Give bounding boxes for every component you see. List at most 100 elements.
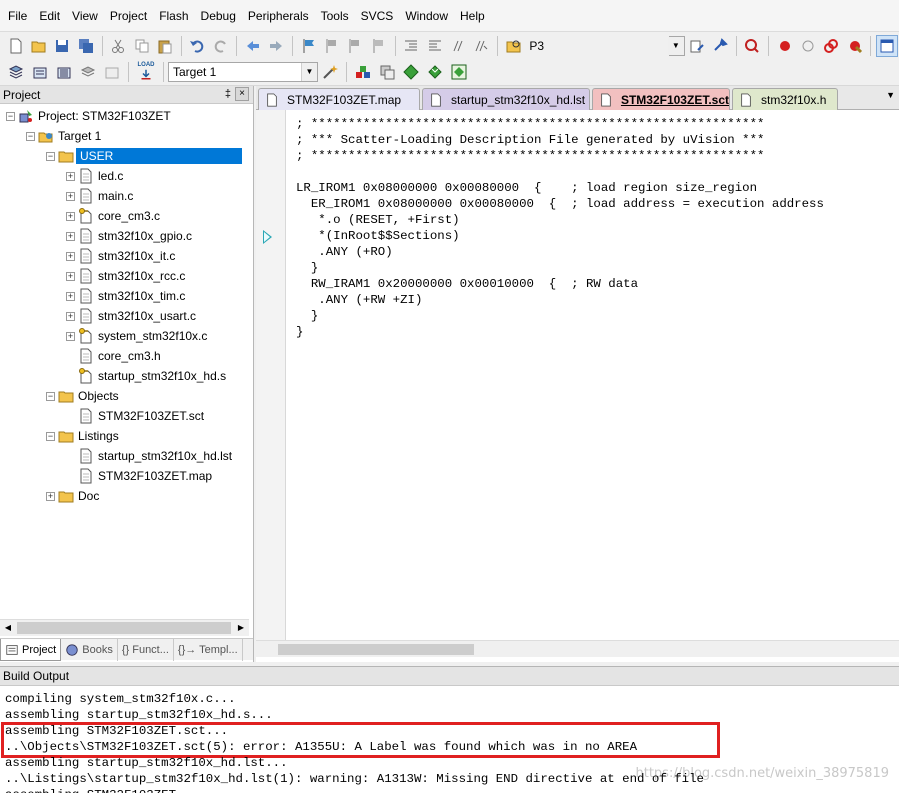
pin-icon[interactable]: ‡ [225,88,231,100]
undo-button[interactable] [187,35,208,57]
find-combo-dropdown[interactable]: ▼ [667,35,685,56]
tree-item[interactable]: + stm32f10x_tim.c [66,286,185,306]
clear-bookmarks-button[interactable] [368,35,389,57]
disable-breakpoint-button[interactable] [797,35,818,57]
collapse-icon[interactable]: − [26,131,35,141]
scroll-right-icon[interactable]: ▶ [233,620,249,636]
download-button[interactable]: LOAD [134,61,158,83]
project-tree-scrollbar[interactable]: ◀ ▶ [0,619,249,636]
collapse-icon[interactable]: − [46,151,55,161]
tab-templates[interactable]: {}→ Templ... [174,639,243,661]
menu-tools[interactable]: Tools [315,0,355,32]
select-packs-button[interactable] [424,61,446,83]
start-debug-button[interactable] [742,35,763,57]
tab-sct-file[interactable]: STM32F103ZET.sct [592,88,730,110]
tree-item[interactable]: core_cm3.h [66,346,161,366]
expand-icon[interactable]: + [46,491,55,501]
tab-lst-file[interactable]: startup_stm32f10x_hd.lst [422,88,590,110]
paste-button[interactable] [154,35,175,57]
tree-item[interactable]: − Listings [46,426,119,446]
scrollbar-thumb[interactable] [278,644,474,655]
close-icon[interactable]: × [235,87,249,101]
tree-item[interactable]: + system_stm32f10x.c [66,326,207,346]
tree-item[interactable]: − Objects [46,386,119,406]
tab-books[interactable]: Books [61,639,118,661]
tab-header-file[interactable]: stm32f10x.h [732,88,838,110]
unindent-button[interactable] [424,35,445,57]
tree-item[interactable]: + main.c [66,186,133,206]
collapse-icon[interactable]: − [46,431,55,441]
expand-icon[interactable]: + [66,311,75,321]
target-options-button[interactable] [319,61,341,83]
kill-all-breakpoints-button[interactable] [844,35,865,57]
code-editor[interactable]: ; **************************************… [296,116,824,340]
menu-flash[interactable]: Flash [153,0,194,32]
indent-button[interactable] [400,35,421,57]
pack-installer-button[interactable] [400,61,422,83]
tree-item[interactable]: − Target 1 [26,126,101,146]
collapse-icon[interactable]: − [6,111,15,121]
menu-svcs[interactable]: SVCS [355,0,400,32]
tree-item[interactable]: startup_stm32f10x_hd.lst [66,446,232,466]
tab-list-dropdown[interactable]: ▼ [886,90,895,100]
expand-icon[interactable]: + [66,211,75,221]
component-wizard-button[interactable] [448,61,470,83]
breakpoint-button[interactable] [774,35,795,57]
tab-project[interactable]: Project [0,639,62,661]
disable-all-breakpoints-button[interactable] [821,35,842,57]
find-combo[interactable]: P3 [525,36,671,56]
expand-icon[interactable]: + [66,291,75,301]
tab-functions[interactable]: {} Funct... [118,639,174,661]
menu-file[interactable]: File [2,0,33,32]
bookmark-button[interactable] [298,35,319,57]
menu-help[interactable]: Help [454,0,491,32]
tree-item[interactable]: STM32F103ZET.map [66,466,212,486]
nav-forward-button[interactable] [266,35,287,57]
menu-project[interactable]: Project [104,0,153,32]
configure-button[interactable] [709,35,730,57]
prev-bookmark-button[interactable] [321,35,342,57]
menu-edit[interactable]: Edit [33,0,66,32]
manage-components-button[interactable] [352,61,374,83]
new-file-button[interactable] [5,35,26,57]
expand-icon[interactable]: + [66,271,75,281]
tree-item[interactable]: startup_stm32f10x_hd.s [66,366,226,386]
target-select[interactable]: Target 1 ▼ [168,61,318,82]
tree-item[interactable]: + stm32f10x_usart.c [66,306,196,326]
tree-item[interactable]: − Project: STM32F103ZET [6,106,171,126]
tree-item[interactable]: + core_cm3.c [66,206,160,226]
expand-icon[interactable]: + [66,191,75,201]
tree-item[interactable]: STM32F103ZET.sct [66,406,204,426]
tree-item[interactable]: − USER [46,146,242,166]
build-button[interactable] [29,61,51,83]
open-file-button[interactable] [28,35,49,57]
comment-button[interactable] [447,35,468,57]
menu-debug[interactable]: Debug [195,0,242,32]
tree-item[interactable]: + stm32f10x_it.c [66,246,175,266]
scroll-left-icon[interactable]: ◀ [0,620,16,636]
uncomment-button[interactable] [471,35,492,57]
copy-button[interactable] [131,35,152,57]
menu-window[interactable]: Window [399,0,454,32]
menu-view[interactable]: View [66,0,104,32]
stop-build-button[interactable] [101,61,123,83]
expand-icon[interactable]: + [66,231,75,241]
scrollbar-thumb[interactable] [17,622,231,634]
save-button[interactable] [52,35,73,57]
expand-icon[interactable]: + [66,331,75,341]
save-all-button[interactable] [75,35,96,57]
tab-map-file[interactable]: STM32F103ZET.map [258,88,420,110]
editor-scrollbar[interactable] [256,640,899,657]
editor-gutter[interactable] [256,110,286,640]
rebuild-button[interactable] [53,61,75,83]
cut-button[interactable] [107,35,128,57]
next-bookmark-button[interactable] [345,35,366,57]
file-extensions-button[interactable] [376,61,398,83]
expand-icon[interactable]: + [66,251,75,261]
build-output-panel[interactable]: https://blog.csdn.net/weixin_38975819 co… [0,686,899,793]
nav-back-button[interactable] [242,35,263,57]
tree-item[interactable]: + stm32f10x_rcc.c [66,266,185,286]
tree-item[interactable]: + stm32f10x_gpio.c [66,226,192,246]
expand-icon[interactable]: + [66,171,75,181]
redo-button[interactable] [210,35,231,57]
